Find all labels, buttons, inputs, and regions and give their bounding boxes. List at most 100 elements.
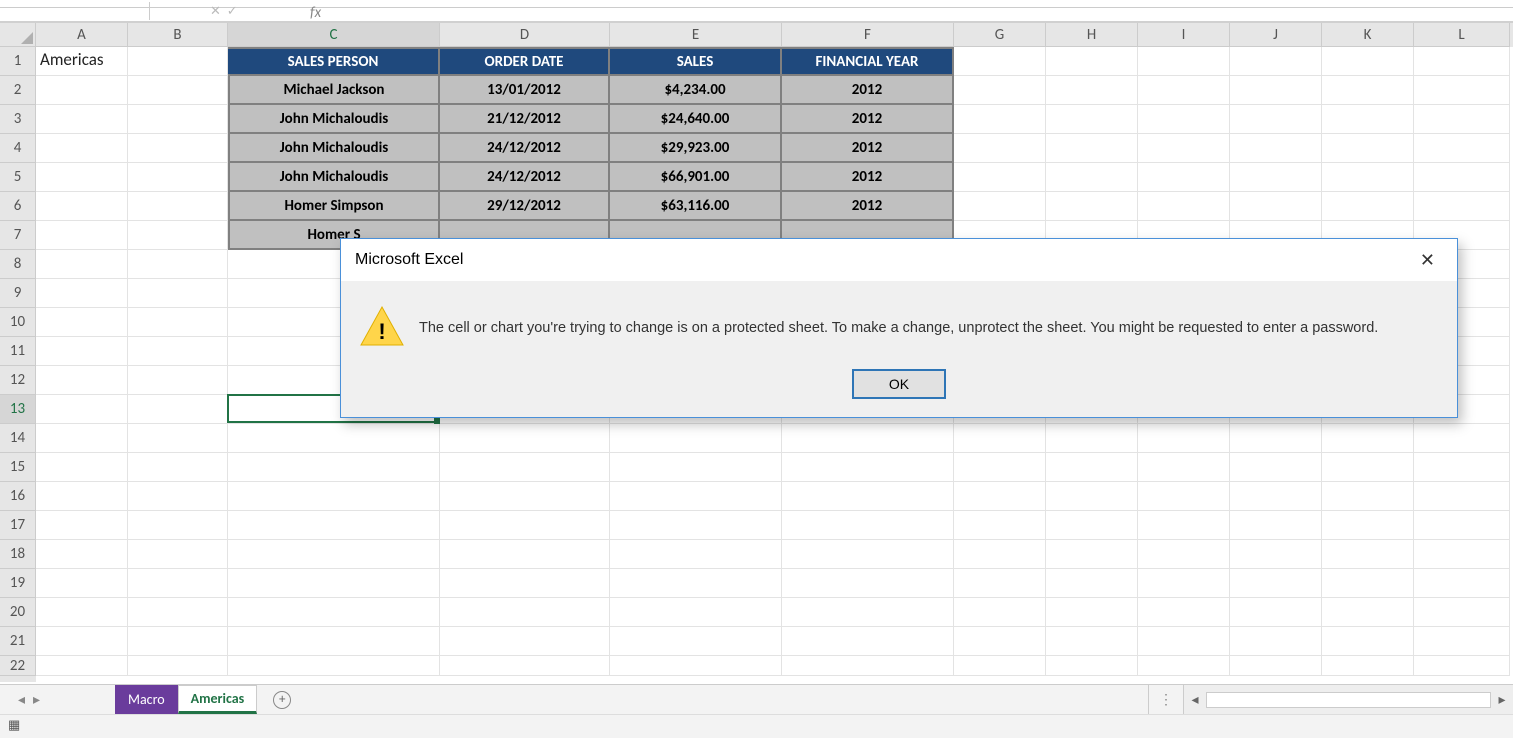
row-header-16[interactable]: 16: [0, 482, 36, 511]
table-header[interactable]: ORDER DATE: [440, 47, 610, 76]
cell-J20[interactable]: [1230, 598, 1322, 627]
cell-C22[interactable]: [228, 656, 440, 676]
cell-I6[interactable]: [1138, 192, 1230, 221]
table-header[interactable]: FINANCIAL YEAR: [782, 47, 954, 76]
cell-J21[interactable]: [1230, 627, 1322, 656]
cell-I16[interactable]: [1138, 482, 1230, 511]
cell-value-A1[interactable]: Americas: [36, 47, 128, 76]
table-cell-year[interactable]: 2012: [782, 192, 954, 221]
cell-L17[interactable]: [1414, 511, 1510, 540]
cell-A20[interactable]: [36, 598, 128, 627]
close-icon[interactable]: ✕: [1412, 246, 1443, 275]
cell-K16[interactable]: [1322, 482, 1414, 511]
cell-D19[interactable]: [440, 569, 610, 598]
cell-K18[interactable]: [1322, 540, 1414, 569]
cell-E16[interactable]: [610, 482, 782, 511]
cell-A6[interactable]: [36, 192, 128, 221]
cell-D16[interactable]: [440, 482, 610, 511]
cell-A13[interactable]: [36, 395, 128, 424]
cell-C20[interactable]: [228, 598, 440, 627]
cell-F15[interactable]: [782, 453, 954, 482]
cell-K19[interactable]: [1322, 569, 1414, 598]
cell-B4[interactable]: [128, 134, 228, 163]
cell-H1[interactable]: [1046, 47, 1138, 76]
table-cell-sales[interactable]: $66,901.00: [610, 163, 782, 192]
cell-B13[interactable]: [128, 395, 228, 424]
row-header-13[interactable]: 13: [0, 395, 36, 424]
cell-K14[interactable]: [1322, 424, 1414, 453]
cell-I20[interactable]: [1138, 598, 1230, 627]
tab-bar-options-icon[interactable]: ⋮: [1148, 685, 1183, 714]
table-cell-orderdate[interactable]: 21/12/2012: [440, 105, 610, 134]
cell-A2[interactable]: [36, 76, 128, 105]
table-cell-orderdate[interactable]: 24/12/2012: [440, 163, 610, 192]
cell-B11[interactable]: [128, 337, 228, 366]
cell-B17[interactable]: [128, 511, 228, 540]
cell-G20[interactable]: [954, 598, 1046, 627]
cell-H16[interactable]: [1046, 482, 1138, 511]
cell-I22[interactable]: [1138, 656, 1230, 676]
cell-A15[interactable]: [36, 453, 128, 482]
cell-K1[interactable]: [1322, 47, 1414, 76]
cell-B12[interactable]: [128, 366, 228, 395]
table-cell-orderdate[interactable]: 24/12/2012: [440, 134, 610, 163]
cell-I15[interactable]: [1138, 453, 1230, 482]
cell-C17[interactable]: [228, 511, 440, 540]
cell-C16[interactable]: [228, 482, 440, 511]
dialog-titlebar[interactable]: Microsoft Excel ✕: [341, 239, 1457, 281]
cell-B18[interactable]: [128, 540, 228, 569]
cell-K21[interactable]: [1322, 627, 1414, 656]
scroll-track[interactable]: [1206, 692, 1491, 708]
cell-A16[interactable]: [36, 482, 128, 511]
cell-B2[interactable]: [128, 76, 228, 105]
cell-I18[interactable]: [1138, 540, 1230, 569]
cell-J14[interactable]: [1230, 424, 1322, 453]
cell-A9[interactable]: [36, 279, 128, 308]
cell-B20[interactable]: [128, 598, 228, 627]
cell-E18[interactable]: [610, 540, 782, 569]
cell-A5[interactable]: [36, 163, 128, 192]
add-sheet-button[interactable]: +: [267, 685, 297, 714]
cell-L4[interactable]: [1414, 134, 1510, 163]
row-header-4[interactable]: 4: [0, 134, 36, 163]
cell-J19[interactable]: [1230, 569, 1322, 598]
row-header-10[interactable]: 10: [0, 308, 36, 337]
cell-L1[interactable]: [1414, 47, 1510, 76]
row-header-3[interactable]: 3: [0, 105, 36, 134]
sheet-nav-prev-icon[interactable]: ◂: [18, 691, 25, 708]
cell-L16[interactable]: [1414, 482, 1510, 511]
cell-G2[interactable]: [954, 76, 1046, 105]
cell-I5[interactable]: [1138, 163, 1230, 192]
scroll-left-icon[interactable]: ◂: [1184, 691, 1206, 708]
cell-J16[interactable]: [1230, 482, 1322, 511]
cell-K17[interactable]: [1322, 511, 1414, 540]
cell-K22[interactable]: [1322, 656, 1414, 676]
cell-A18[interactable]: [36, 540, 128, 569]
cell-H5[interactable]: [1046, 163, 1138, 192]
cell-H17[interactable]: [1046, 511, 1138, 540]
cell-J15[interactable]: [1230, 453, 1322, 482]
column-header-E[interactable]: E: [610, 23, 782, 47]
cell-G4[interactable]: [954, 134, 1046, 163]
cell-A8[interactable]: [36, 250, 128, 279]
cell-L15[interactable]: [1414, 453, 1510, 482]
row-header-5[interactable]: 5: [0, 163, 36, 192]
cell-A10[interactable]: [36, 308, 128, 337]
row-header-6[interactable]: 6: [0, 192, 36, 221]
cell-G6[interactable]: [954, 192, 1046, 221]
cell-E15[interactable]: [610, 453, 782, 482]
row-header-21[interactable]: 21: [0, 627, 36, 656]
cell-G22[interactable]: [954, 656, 1046, 676]
cell-J22[interactable]: [1230, 656, 1322, 676]
table-cell-sales[interactable]: $4,234.00: [610, 76, 782, 105]
table-cell-salesperson[interactable]: Homer Simpson: [228, 192, 440, 221]
cell-L2[interactable]: [1414, 76, 1510, 105]
cell-L22[interactable]: [1414, 656, 1510, 676]
column-header-D[interactable]: D: [440, 23, 610, 47]
row-header-9[interactable]: 9: [0, 279, 36, 308]
cell-B14[interactable]: [128, 424, 228, 453]
cell-I4[interactable]: [1138, 134, 1230, 163]
row-header-18[interactable]: 18: [0, 540, 36, 569]
column-header-F[interactable]: F: [782, 23, 954, 47]
cell-G19[interactable]: [954, 569, 1046, 598]
